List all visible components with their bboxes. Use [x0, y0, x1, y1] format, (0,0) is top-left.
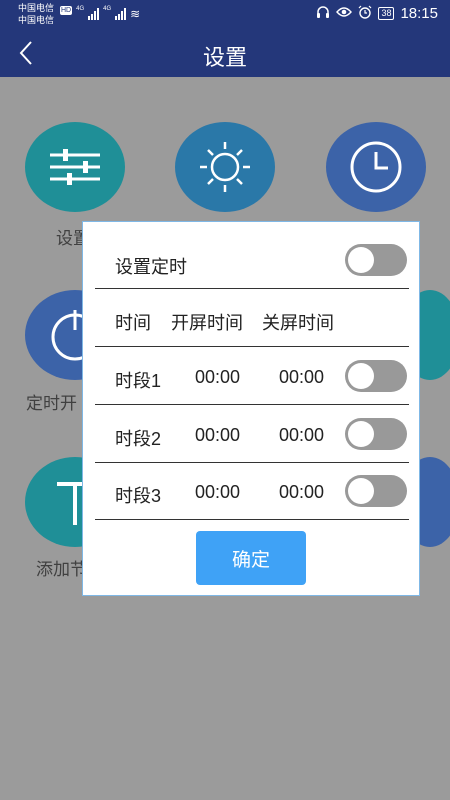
settings-tile-icon — [25, 122, 125, 212]
off-time-value[interactable]: 00:00 — [279, 367, 324, 388]
off-time-value[interactable]: 00:00 — [279, 425, 324, 446]
bottom-nav-area — [0, 760, 450, 800]
carrier-label: 中国电信 — [18, 3, 55, 13]
hd-badge: HD — [60, 6, 73, 15]
toggle-knob — [348, 363, 374, 389]
timer-settings-dialog: 设置定时 时间 开屏时间 关屏时间 时段1 00:00 00:00 时段2 00… — [82, 221, 420, 596]
alarm-icon — [358, 5, 372, 22]
signal-icon — [115, 8, 127, 20]
status-bar: 中国电信 中国电信 HD 4G 4G ≋ 38 18:15 — [0, 0, 450, 30]
col-off-time-header: 关屏时间 — [262, 313, 334, 333]
signal-icon — [88, 8, 100, 20]
period-label: 时段1 — [115, 371, 162, 391]
on-time-value[interactable]: 00:00 — [195, 482, 240, 503]
clock-tile-icon — [326, 122, 426, 212]
period-toggle[interactable] — [345, 360, 407, 392]
period-toggle[interactable] — [345, 475, 407, 507]
status-right: 38 18:15 — [316, 5, 438, 22]
column-header-row: 时间 开屏时间 关屏时间 — [95, 289, 409, 347]
off-time-value[interactable]: 00:00 — [279, 482, 324, 503]
wifi-icon: ≋ — [130, 7, 141, 21]
tile-label: 定时开 — [26, 394, 77, 413]
col-on-time-header: 开屏时间 — [171, 313, 243, 333]
confirm-button[interactable]: 确定 — [196, 531, 306, 585]
carrier-label: 中国电信 — [18, 15, 55, 25]
eye-icon — [336, 6, 353, 21]
on-time-value[interactable]: 00:00 — [195, 425, 240, 446]
period-label: 时段2 — [115, 429, 162, 449]
set-timer-toggle[interactable] — [345, 244, 407, 276]
headset-icon — [316, 5, 330, 22]
battery-icon: 38 — [378, 7, 395, 20]
page-title: 设置 — [202, 45, 247, 70]
period-toggle[interactable] — [345, 418, 407, 450]
network-type: 4G — [76, 6, 85, 12]
toggle-knob — [348, 247, 374, 273]
signal-group: HD 4G 4G ≋ — [60, 6, 140, 20]
brightness-tile-icon — [175, 122, 275, 212]
period-row: 时段2 00:00 00:00 — [95, 405, 409, 463]
tile-label: 添加节 — [36, 560, 87, 579]
period-row: 时段1 00:00 00:00 — [95, 347, 409, 405]
period-row: 时段3 00:00 00:00 — [95, 463, 409, 520]
period-label: 时段3 — [115, 486, 162, 506]
clock: 18:15 — [400, 5, 438, 22]
toggle-knob — [348, 478, 374, 504]
network-type: 4G — [103, 6, 112, 12]
set-timer-label: 设置定时 — [115, 257, 187, 277]
toggle-knob — [348, 421, 374, 447]
app-header: 设置 — [0, 30, 450, 77]
set-timer-row: 设置定时 — [95, 222, 409, 289]
on-time-value[interactable]: 00:00 — [195, 367, 240, 388]
col-time-header: 时间 — [115, 313, 151, 333]
